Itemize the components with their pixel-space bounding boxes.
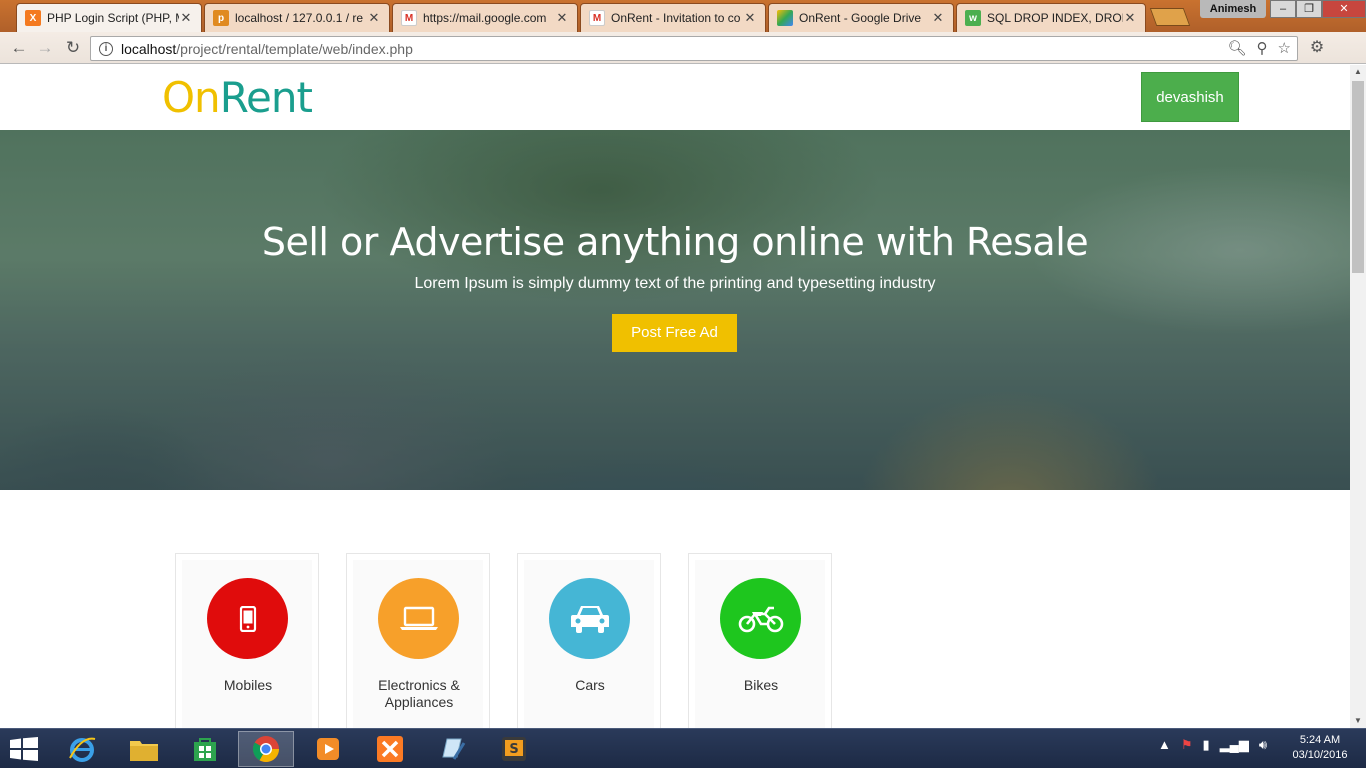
tab-label: localhost / 127.0.0.1 / re	[235, 11, 364, 25]
profile-name[interactable]: Animesh	[1200, 0, 1266, 18]
browser-tab[interactable]: p localhost / 127.0.0.1 / re ✕	[204, 3, 390, 32]
volume-icon[interactable]: 🔊︎	[1259, 737, 1267, 753]
mobile-icon	[207, 578, 288, 659]
logo-on-text: On	[162, 73, 221, 122]
close-icon[interactable]: ✕	[743, 10, 757, 26]
new-tab-button[interactable]	[1149, 8, 1191, 26]
category-label: Bikes	[743, 677, 779, 693]
scroll-thumb[interactable]	[1352, 81, 1364, 273]
address-bar[interactable]: i localhost/project/rental/template/web/…	[90, 36, 1298, 61]
category-label: Electronics & Appliances	[378, 677, 460, 710]
tab-label: OnRent - Google Drive	[799, 11, 922, 25]
zoom-icon[interactable]: 🔍︎	[1228, 39, 1247, 57]
vertical-scrollbar[interactable]: ▲ ▼	[1350, 65, 1366, 728]
internet-explorer-icon[interactable]	[54, 731, 110, 767]
car-icon	[549, 578, 630, 659]
tab-label: https://mail.google.com	[423, 11, 547, 25]
action-center-flag-icon[interactable]: ⚑	[1181, 737, 1193, 753]
notepad-icon[interactable]	[424, 731, 480, 767]
url-path: /project/rental/template/web/index.php	[176, 40, 413, 57]
window-close-button[interactable]: ✕	[1322, 0, 1366, 18]
browser-tab[interactable]: OnRent - Google Drive ✕	[768, 3, 954, 32]
category-label: Cars	[575, 677, 605, 693]
drive-icon	[777, 10, 793, 26]
sublime-text-icon[interactable]: S	[486, 731, 542, 767]
windows-taskbar: S ▲ ⚑ ▮ ▂▄▆ 🔊︎ 5:24 AM 03/10/2016	[0, 728, 1366, 768]
back-arrow-icon[interactable]: ←	[8, 37, 30, 59]
tab-label: SQL DROP INDEX, DROP	[987, 11, 1123, 25]
chrome-icon[interactable]	[238, 731, 294, 767]
close-icon[interactable]: ✕	[1123, 10, 1137, 26]
browser-toolbar: ← → ↻ i localhost/project/rental/templat…	[0, 32, 1366, 64]
page-viewport: OnRent devashish Sell or Advertise anyth…	[0, 65, 1350, 728]
svg-text:S: S	[509, 742, 518, 757]
scroll-up-arrow-icon[interactable]: ▲	[1350, 65, 1366, 79]
user-account-button[interactable]: devashish	[1141, 72, 1239, 122]
system-tray: ▲ ⚑ ▮ ▂▄▆ 🔊︎	[1158, 737, 1267, 753]
clock-date: 03/10/2016	[1292, 749, 1348, 761]
post-free-ad-button[interactable]: Post Free Ad	[612, 314, 737, 352]
clock-time: 5:24 AM	[1299, 734, 1341, 746]
url-host: localhost	[121, 40, 177, 57]
category-card-cars[interactable]: Cars	[517, 553, 661, 728]
close-icon[interactable]: ✕	[367, 10, 381, 26]
gmail-icon: M	[589, 10, 605, 26]
laptop-icon	[378, 578, 459, 659]
tab-label: PHP Login Script (PHP, M	[47, 11, 179, 25]
taskbar-clock[interactable]: 5:24 AM 03/10/2016	[1288, 733, 1352, 763]
show-hidden-icons-icon[interactable]: ▲	[1158, 737, 1171, 753]
hero-background-image	[0, 130, 1350, 490]
tab-label: OnRent - Invitation to co	[611, 11, 741, 25]
logo-rent-text: Rent	[219, 73, 313, 122]
browser-tab[interactable]: M https://mail.google.com ✕	[392, 3, 578, 32]
xampp-icon: X	[25, 10, 41, 26]
browser-tab[interactable]: X PHP Login Script (PHP, M ✕	[16, 3, 202, 32]
network-signal-icon[interactable]: ▂▄▆	[1220, 737, 1249, 753]
file-explorer-icon[interactable]	[116, 731, 172, 767]
store-icon[interactable]	[177, 731, 233, 767]
motorbike-icon	[720, 578, 801, 659]
category-card-mobiles[interactable]: Mobiles	[175, 553, 319, 728]
browser-tab[interactable]: M OnRent - Invitation to co ✕	[580, 3, 766, 32]
xampp-control-icon[interactable]	[362, 731, 418, 767]
browser-tab[interactable]: w SQL DROP INDEX, DROP ✕	[956, 3, 1146, 32]
hero-title: Sell or Advertise anything online with R…	[261, 220, 1089, 264]
close-icon[interactable]: ✕	[931, 10, 945, 26]
hero-banner: Sell or Advertise anything online with R…	[0, 130, 1350, 490]
reload-icon[interactable]: ↻	[62, 37, 84, 59]
browser-tab-strip: X PHP Login Script (PHP, M ✕ p localhost…	[0, 0, 1366, 32]
phpmyadmin-icon: p	[213, 10, 229, 26]
category-card-bikes[interactable]: Bikes	[688, 553, 832, 728]
windows-start-icon[interactable]	[10, 737, 38, 761]
media-player-icon[interactable]	[300, 731, 356, 767]
pin-icon[interactable]: ⚲	[1257, 39, 1268, 57]
category-card-electronics[interactable]: Electronics & Appliances	[346, 553, 490, 728]
site-header: OnRent devashish	[0, 65, 1350, 130]
info-icon[interactable]: i	[99, 41, 113, 56]
hero-subtitle: Lorem Ipsum is simply dummy text of the …	[414, 275, 936, 292]
category-label: Mobiles	[223, 677, 273, 693]
forward-arrow-icon[interactable]: →	[34, 37, 56, 59]
power-icon[interactable]: ▮	[1203, 737, 1210, 753]
w3schools-icon: w	[965, 10, 981, 26]
site-logo[interactable]: OnRent	[162, 73, 313, 122]
close-icon[interactable]: ✕	[179, 10, 193, 26]
bookmark-star-icon[interactable]: ☆	[1278, 39, 1291, 57]
scroll-down-arrow-icon[interactable]: ▼	[1350, 714, 1366, 728]
close-icon[interactable]: ✕	[555, 10, 569, 26]
restore-button[interactable]: ❐	[1296, 0, 1322, 18]
settings-gear-icon[interactable]: ⚙	[1306, 37, 1328, 57]
minimize-button[interactable]: –	[1270, 0, 1296, 18]
gmail-icon: M	[401, 10, 417, 26]
